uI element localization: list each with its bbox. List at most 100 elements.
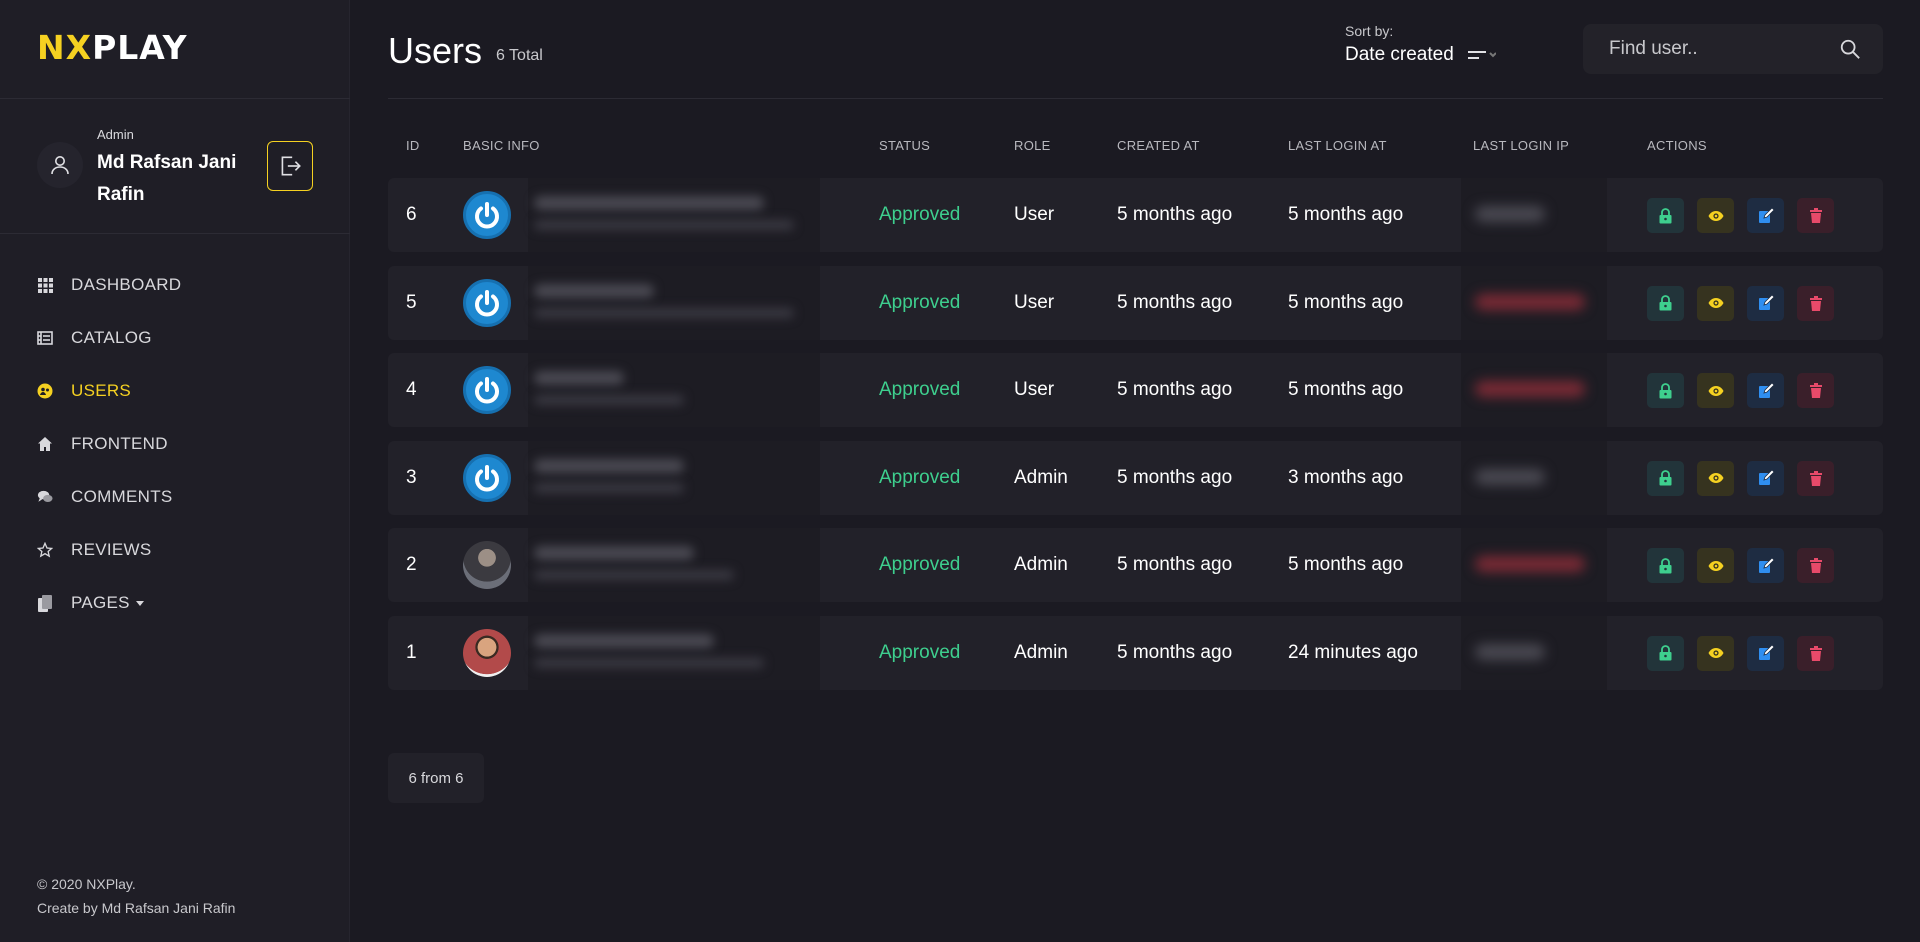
- edit-icon: [1758, 470, 1774, 485]
- sidebar-item-label: REVIEWS: [71, 540, 152, 559]
- status-badge: Approved: [879, 466, 961, 488]
- view-button[interactable]: [1697, 635, 1734, 671]
- trash-icon: [1809, 558, 1822, 573]
- column-header-last-login-ip: LAST LOGIN IP: [1473, 138, 1570, 153]
- delete-button[interactable]: [1797, 198, 1834, 233]
- logo[interactable]: NXPLAY: [37, 28, 188, 67]
- view-button[interactable]: [1697, 548, 1734, 583]
- sort-label: Sort by:: [1345, 23, 1394, 39]
- view-button[interactable]: [1697, 198, 1734, 233]
- logo-nx: NX: [37, 28, 93, 67]
- created-at: 5 months ago: [1117, 641, 1233, 663]
- last-login-ip-redacted: [1461, 265, 1607, 340]
- table-row[interactable]: 4 Approved User 5 months ago 5 months ag…: [388, 353, 1883, 427]
- power-icon: [463, 191, 511, 239]
- sidebar-item-pages[interactable]: PAGES: [37, 588, 144, 618]
- created-at: 5 months ago: [1117, 379, 1233, 400]
- lock-icon: [1659, 295, 1672, 311]
- column-header-actions: ACTIONS: [1647, 138, 1707, 153]
- lock-button[interactable]: [1647, 373, 1684, 408]
- created-at: 5 months ago: [1117, 204, 1233, 225]
- user-role: User: [1014, 379, 1055, 400]
- sidebar-item-label: CATALOG: [71, 328, 152, 347]
- edit-button[interactable]: [1747, 373, 1784, 408]
- lock-icon: [1659, 382, 1672, 398]
- table-row[interactable]: 3 Approved Admin 5 months ago 3 months a…: [388, 440, 1883, 515]
- user-id: 5: [406, 291, 417, 313]
- copyright-text: © 2020 NXPlay.: [37, 876, 136, 892]
- trash-icon: [1809, 383, 1822, 398]
- edit-button[interactable]: [1747, 285, 1784, 321]
- delete-button[interactable]: [1797, 548, 1834, 583]
- row-actions: [1647, 198, 1834, 233]
- sidebar-item-reviews[interactable]: REVIEWS: [37, 535, 152, 565]
- view-button[interactable]: [1697, 373, 1734, 408]
- sidebar-item-label: FRONTEND: [71, 434, 168, 453]
- edit-button[interactable]: [1747, 548, 1784, 583]
- status-badge: Approved: [879, 554, 961, 575]
- sidebar-item-catalog[interactable]: CATALOG: [37, 323, 152, 353]
- user-profile: Admin Md Rafsan Jani Rafin: [37, 125, 317, 220]
- created-at: 5 months ago: [1117, 466, 1233, 488]
- logout-button[interactable]: [267, 141, 313, 191]
- lock-button[interactable]: [1647, 285, 1684, 321]
- last-login-at: 5 months ago: [1288, 554, 1404, 575]
- basic-info-redacted: [528, 265, 820, 340]
- table-header: ID BASIC INFO STATUS ROLE CREATED AT LAS…: [388, 138, 1883, 158]
- status-badge: Approved: [879, 291, 961, 313]
- delete-button[interactable]: [1797, 285, 1834, 321]
- eye-icon: [1708, 210, 1723, 221]
- film-icon: [37, 330, 53, 346]
- created-at: 5 months ago: [1117, 291, 1233, 313]
- edit-button[interactable]: [1747, 198, 1784, 233]
- row-actions: [1647, 373, 1834, 408]
- lock-button[interactable]: [1647, 548, 1684, 583]
- last-login-ip-redacted: [1461, 440, 1607, 515]
- view-button[interactable]: [1697, 285, 1734, 321]
- credit-text: Create by Md Rafsan Jani Rafin: [37, 900, 236, 916]
- comments-icon: [37, 489, 53, 505]
- table-row[interactable]: 6 Approved User 5 months ago 5 months ag…: [388, 178, 1883, 252]
- row-actions: [1647, 635, 1834, 671]
- sidebar: NXPLAY Admin Md Rafsan Jani Rafin DASHBO…: [0, 0, 350, 942]
- sidebar-item-comments[interactable]: COMMENTS: [37, 482, 173, 512]
- divider: [0, 233, 350, 234]
- sidebar-item-dashboard[interactable]: DASHBOARD: [37, 270, 181, 300]
- table-row[interactable]: 2 Approved Admin 5 months ago 5 months a…: [388, 528, 1883, 602]
- lock-button[interactable]: [1647, 198, 1684, 233]
- lock-icon: [1659, 207, 1672, 223]
- delete-button[interactable]: [1797, 373, 1834, 408]
- table-row[interactable]: 1 Approved Admin 5 months ago 24 minutes…: [388, 615, 1883, 690]
- search-input[interactable]: [1583, 24, 1833, 74]
- user-role: Admin: [97, 127, 134, 142]
- status-badge: Approved: [879, 379, 961, 400]
- lock-button[interactable]: [1647, 460, 1684, 496]
- edit-button[interactable]: [1747, 635, 1784, 671]
- eye-icon: [1708, 298, 1723, 308]
- users-icon: [37, 383, 53, 399]
- sort-value: Date created: [1345, 44, 1454, 65]
- sidebar-footer: © 2020 NXPlay. Create by Md Rafsan Jani …: [37, 872, 235, 920]
- column-header-basic-info: BASIC INFO: [463, 138, 540, 153]
- search-box: [1583, 24, 1883, 74]
- user-avatar: [37, 142, 83, 188]
- lock-icon: [1659, 645, 1672, 661]
- search-icon[interactable]: [1839, 38, 1861, 65]
- table-row[interactable]: 5 Approved User 5 months ago 5 months ag…: [388, 265, 1883, 340]
- edit-button[interactable]: [1747, 460, 1784, 496]
- basic-info-redacted: [528, 615, 820, 690]
- sidebar-item-users[interactable]: USERS: [37, 376, 131, 406]
- user-role: Admin: [1014, 641, 1068, 663]
- view-button[interactable]: [1697, 460, 1734, 496]
- last-login-at: 3 months ago: [1288, 466, 1404, 488]
- sidebar-item-frontend[interactable]: FRONTEND: [37, 429, 168, 459]
- trash-icon: [1809, 208, 1822, 223]
- sort-icon: [1466, 47, 1496, 63]
- pagination-info: 6 from 6: [388, 753, 484, 803]
- sidebar-item-label: USERS: [71, 381, 132, 400]
- user-id: 3: [406, 466, 417, 488]
- lock-button[interactable]: [1647, 635, 1684, 671]
- delete-button[interactable]: [1797, 460, 1834, 496]
- sort-dropdown[interactable]: Date created: [1345, 44, 1496, 66]
- delete-button[interactable]: [1797, 635, 1834, 671]
